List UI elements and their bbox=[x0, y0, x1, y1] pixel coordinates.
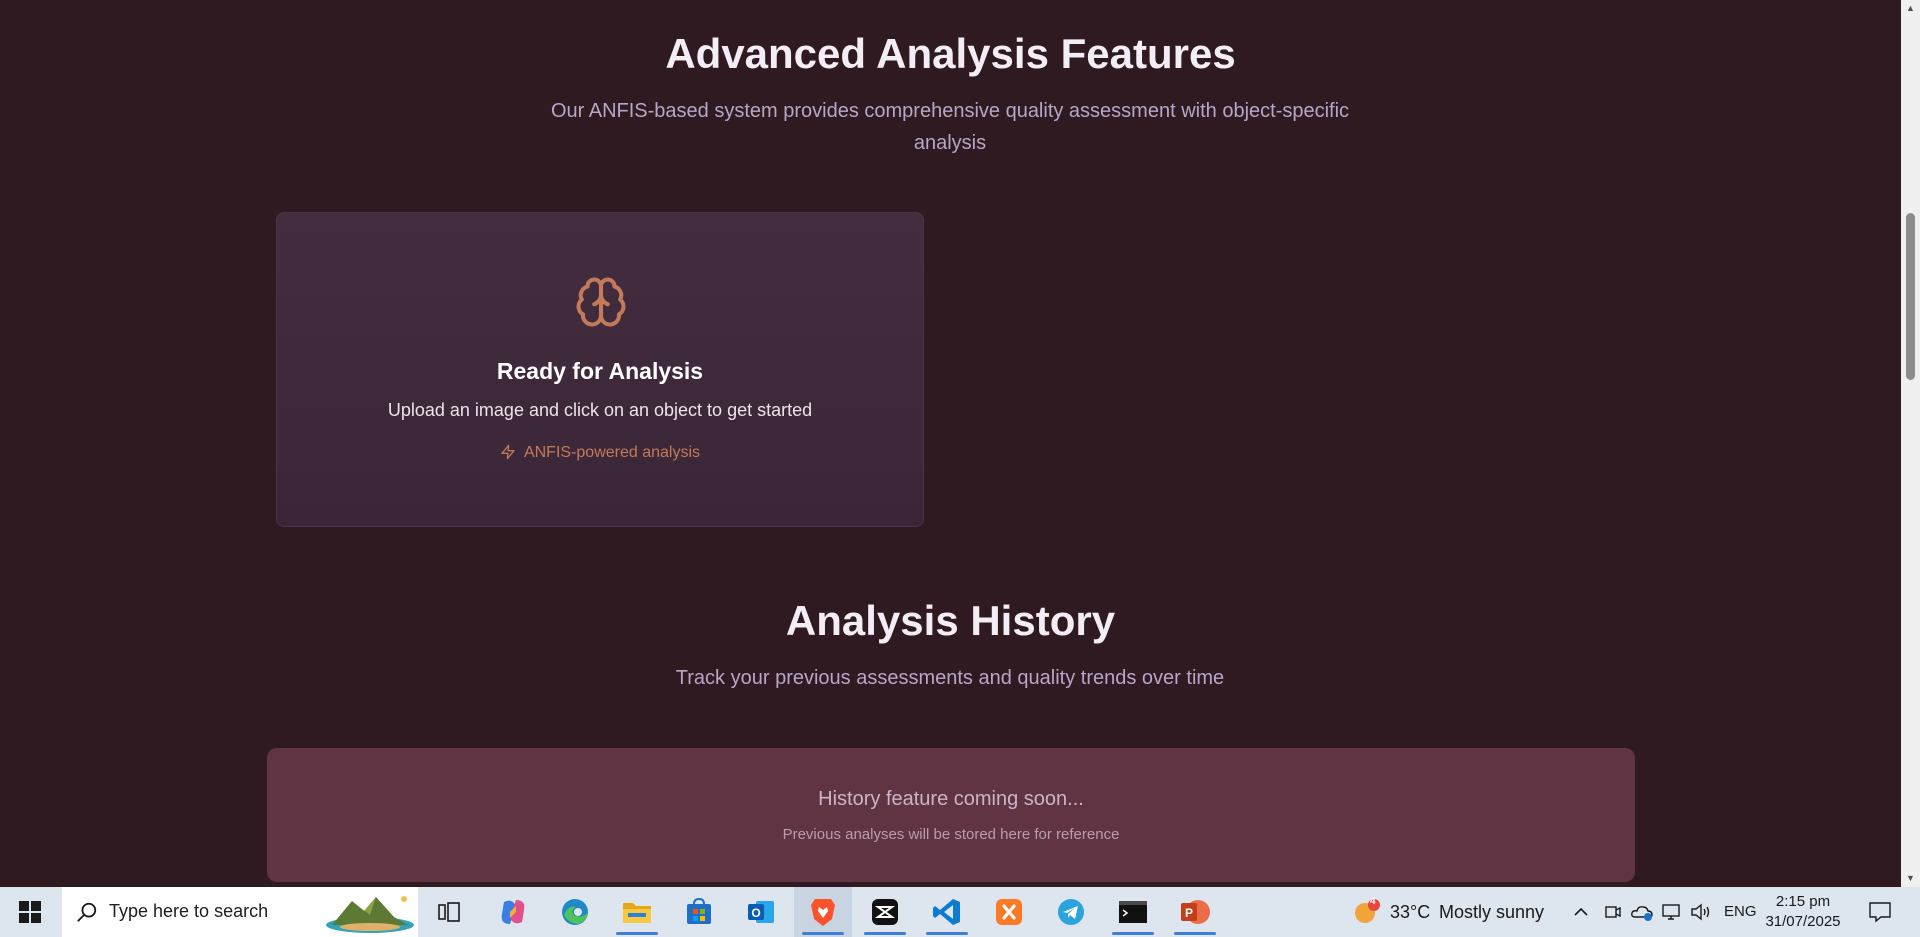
anfis-badge: ANFIS-powered analysis bbox=[277, 444, 923, 462]
history-title: Analysis History bbox=[785, 597, 1116, 644]
capcut-icon bbox=[872, 899, 898, 925]
capcut-app[interactable] bbox=[856, 887, 914, 937]
outlook-icon: O bbox=[748, 901, 774, 923]
svg-text:O: O bbox=[751, 906, 760, 920]
scroll-thumb[interactable] bbox=[1906, 213, 1915, 380]
microsoft-store-app[interactable] bbox=[670, 887, 728, 937]
features-title: Advanced Analysis Features bbox=[665, 30, 1236, 77]
svg-text:P: P bbox=[1185, 906, 1193, 920]
running-indicator bbox=[1174, 932, 1216, 935]
vertical-scrollbar[interactable]: ▲ ▼ bbox=[1901, 0, 1920, 887]
search-placeholder: Type here to search bbox=[109, 901, 269, 921]
running-indicator bbox=[616, 932, 658, 935]
brave-browser-app[interactable] bbox=[794, 887, 852, 937]
windows-icon bbox=[19, 901, 41, 923]
file-explorer-app[interactable] bbox=[608, 887, 666, 937]
ready-title: Ready for Analysis bbox=[496, 358, 704, 384]
features-subtitle: Our ANFIS-based system provides comprehe… bbox=[550, 100, 1350, 154]
page-viewport: Advanced Analysis Features Our ANFIS-bas… bbox=[0, 0, 1901, 887]
weather-sun-icon bbox=[1355, 899, 1380, 923]
history-card: History feature coming soon... Previous … bbox=[267, 748, 1635, 882]
ready-analysis-card: Ready for Analysis Upload an image and c… bbox=[276, 212, 924, 527]
terminal-app[interactable] bbox=[1104, 887, 1162, 937]
folder-icon bbox=[623, 903, 651, 923]
start-button[interactable] bbox=[0, 887, 60, 937]
weather-condition: Mostly sunny bbox=[1439, 902, 1545, 922]
onedrive-icon[interactable] bbox=[1630, 902, 1654, 922]
powerpoint-icon: P bbox=[1181, 900, 1210, 924]
volume-icon[interactable] bbox=[1690, 902, 1712, 922]
bolt-icon bbox=[501, 444, 515, 460]
xampp-icon bbox=[996, 899, 1022, 925]
task-view-button[interactable] bbox=[420, 887, 478, 937]
show-hidden-icons-button[interactable] bbox=[1572, 899, 1592, 925]
outlook-app[interactable]: O bbox=[732, 887, 790, 937]
chevron-up-icon bbox=[1574, 907, 1588, 916]
running-indicator bbox=[1112, 932, 1154, 935]
meet-now-icon[interactable] bbox=[1603, 902, 1623, 922]
language-indicator[interactable]: ENG bbox=[1724, 887, 1757, 937]
vscode-icon bbox=[933, 899, 960, 925]
weather-widget[interactable]: 4 33°C Mostly sunny bbox=[1350, 887, 1580, 937]
running-indicator bbox=[864, 932, 906, 935]
task-view-icon bbox=[438, 902, 460, 922]
search-highlight-image bbox=[326, 896, 414, 933]
telegram-icon bbox=[1058, 899, 1084, 925]
search-icon bbox=[77, 902, 97, 922]
store-icon bbox=[687, 898, 711, 924]
clock-date: 31/07/2025 bbox=[1765, 913, 1841, 930]
edge-app[interactable] bbox=[546, 887, 604, 937]
history-card-subtitle: Previous analyses will be stored here fo… bbox=[782, 826, 1120, 843]
clock-time: 2:15 pm bbox=[1775, 893, 1831, 910]
network-icon[interactable] bbox=[1661, 902, 1683, 922]
brain-icon bbox=[576, 277, 626, 327]
running-indicator bbox=[802, 932, 844, 935]
powerpoint-app[interactable]: P bbox=[1166, 887, 1224, 937]
anfis-badge-label: ANFIS-powered analysis bbox=[523, 444, 701, 461]
weather-temp: 33°C bbox=[1390, 902, 1431, 922]
copilot-app[interactable] bbox=[484, 887, 542, 937]
ready-description: Upload an image and click on an object t… bbox=[387, 400, 813, 420]
terminal-icon bbox=[1119, 901, 1147, 923]
history-subtitle: Track your previous assessments and qual… bbox=[675, 667, 1225, 689]
scroll-up-arrow[interactable]: ▲ bbox=[1901, 0, 1920, 17]
copilot-icon bbox=[501, 900, 525, 924]
vs-code-app[interactable] bbox=[918, 887, 976, 937]
running-indicator bbox=[926, 932, 968, 935]
notification-icon[interactable] bbox=[1868, 900, 1892, 924]
xampp-app[interactable] bbox=[980, 887, 1038, 937]
scroll-down-arrow[interactable]: ▼ bbox=[1901, 870, 1920, 887]
telegram-app[interactable] bbox=[1042, 887, 1100, 937]
brave-icon bbox=[811, 899, 835, 926]
weather-alert-badge: 4 bbox=[1370, 896, 1376, 907]
taskbar: Type here to search O P 4 33°C Mostly su… bbox=[0, 887, 1920, 937]
edge-icon bbox=[562, 899, 588, 925]
history-card-title: History feature coming soon... bbox=[818, 788, 1084, 810]
taskbar-search[interactable]: Type here to search bbox=[62, 887, 418, 937]
taskbar-clock[interactable]: 2:15 pm 31/07/2025 bbox=[1758, 892, 1848, 932]
